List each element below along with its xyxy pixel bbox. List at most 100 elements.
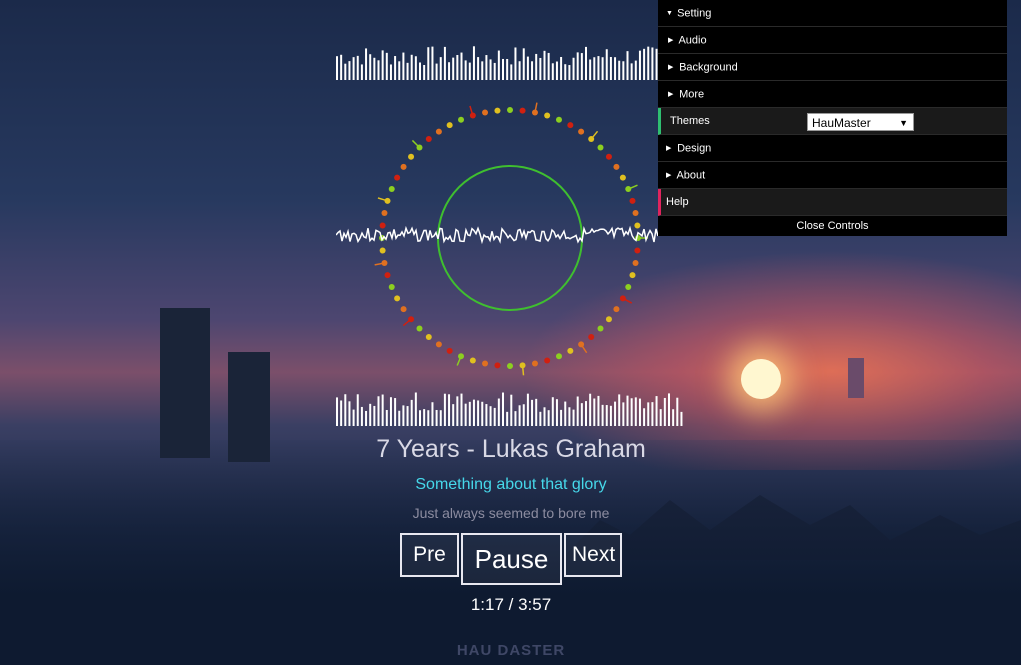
more-folder[interactable]: ▶ More [658,81,1007,108]
spectrum-bar [510,64,513,80]
spectrum-bar [597,395,600,426]
ring-dot [394,295,401,302]
spectrum-bar [547,410,550,426]
spectrum-bar [360,64,363,80]
spectrum-bar [365,410,368,426]
spectrum-bar [448,394,451,426]
spectrum-bar [439,57,442,80]
next-button[interactable]: Next [564,533,622,577]
setting-label: Setting [677,7,712,20]
song-title: 7 Years - Lukas Graham [376,435,646,463]
spectrum-bar [618,60,621,80]
more-label: More [679,88,705,101]
spectrum-bar [344,394,347,426]
spectrum-bar [605,49,608,80]
spectrum-bar [564,64,567,80]
spectrum-bar [452,404,455,426]
spectrum-bar [431,402,434,426]
spectrum-bars-top [336,46,683,80]
spectrum-bar [647,402,650,426]
spectrum-bar [514,47,517,80]
chevron-down-icon: ▼ [899,118,908,128]
spectrum-bar [456,54,459,80]
close-controls-button[interactable]: Close Controls [658,216,1007,236]
ring-dot [625,283,632,290]
spectrum-bar [626,51,629,80]
spectrum-bar [589,393,592,426]
spectrum-bar [626,395,629,426]
ring-dot [567,122,574,129]
spectrum-bar [597,56,600,80]
ring-dot [629,272,636,279]
ring-dot [531,360,538,367]
spectrum-bar [555,61,558,80]
spectrum-bar [663,397,666,426]
ring-dot [400,163,407,170]
spectrum-bar [580,53,583,80]
spectrum-bar [622,61,625,80]
spectrum-bar [336,56,338,80]
ring-dot [446,122,453,129]
lyric-next: Just always seemed to bore me [412,505,610,521]
setting-folder[interactable]: ▼ Setting [658,0,1007,27]
ring-dot [446,347,453,354]
spectrum-bar [643,48,646,80]
spectrum-bar [352,409,355,426]
spectrum-bar [365,48,368,80]
ring-dot [469,357,476,364]
spectrum-bar [576,52,579,80]
spectrum-bar [638,50,641,80]
design-folder[interactable]: ▶ Design [658,135,1007,162]
spectrum-bar [502,392,504,426]
ring-dot [588,333,595,340]
ring-dot [482,360,489,367]
spectrum-bar [531,61,534,80]
ring-spike [402,318,412,327]
ring-dot [519,107,526,114]
previous-button[interactable]: Pre [400,533,459,577]
spectrum-bar [340,400,343,426]
ring-dot [400,306,407,313]
spectrum-bar [360,406,363,426]
spectrum-bar [402,52,405,80]
audio-folder[interactable]: ▶ Audio [658,27,1007,54]
spectrum-bar [456,396,459,426]
ring-dot [394,174,401,181]
spectrum-bar [539,411,542,426]
spectrum-bar [452,57,455,80]
sun [741,359,781,399]
audio-label: Audio [678,34,707,47]
spectrum-bar [672,409,675,426]
spectrum-bar [373,405,376,426]
spectrum-bar [568,65,571,80]
spectrum-bars-bottom [336,392,683,426]
themes-select[interactable]: HauMaster ▼ [807,113,914,131]
ring-dot [567,347,574,354]
spectrum-bar [585,401,587,426]
spectrum-bar [535,398,538,426]
ring-dot [388,283,395,290]
background-folder[interactable]: ▶ Background [658,54,1007,81]
spectrum-bar [369,54,372,80]
spectrum-bar [601,404,604,426]
ring-spike [580,344,588,354]
spectrum-bar [435,63,438,80]
ring-dot [605,316,612,323]
ring-dot [619,174,626,181]
spectrum-bar [431,46,434,80]
tower-right [848,358,864,398]
about-folder[interactable]: ▶ About [658,162,1007,189]
spectrum-bar [560,56,563,80]
pause-button[interactable]: Pause [461,533,562,585]
spectrum-bar [589,59,592,80]
spectrum-bar [414,392,417,426]
spectrum-bar [543,50,546,80]
help-button[interactable]: Help [658,189,1007,216]
ring-dot [425,136,432,143]
spectrum-bar [402,405,405,426]
spectrum-bar [630,398,633,426]
spectrum-bar [377,60,380,80]
ring-dot [544,112,551,119]
spectrum-bar [510,394,513,426]
spectrum-bar [460,393,463,426]
